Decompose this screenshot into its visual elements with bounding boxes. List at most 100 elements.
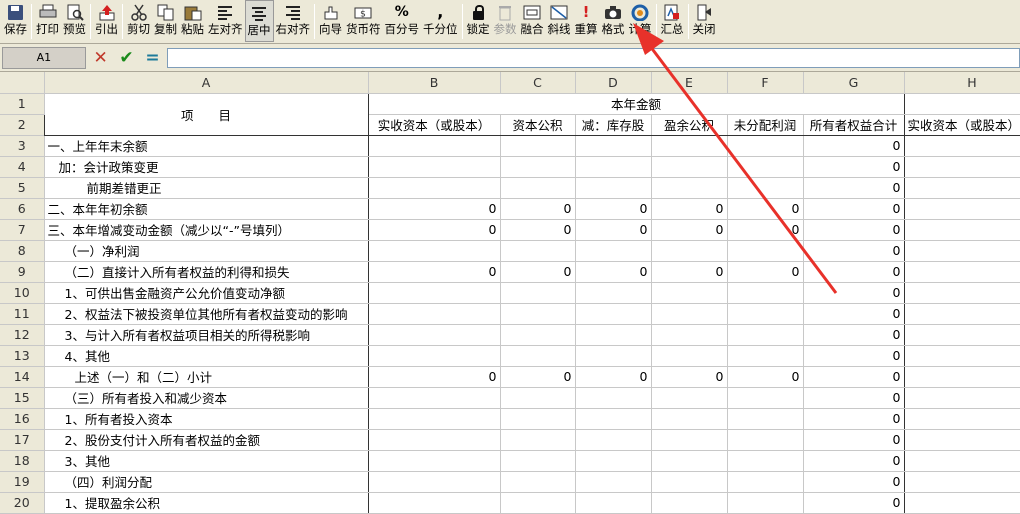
- value-cell[interactable]: [368, 471, 501, 493]
- value-cell[interactable]: [500, 492, 576, 514]
- value-cell[interactable]: [651, 471, 728, 493]
- item-cell[interactable]: 一、上年年末余额: [43, 135, 369, 157]
- value-cell[interactable]: [651, 240, 728, 262]
- value-cell[interactable]: [904, 261, 1020, 283]
- value-cell[interactable]: [500, 324, 576, 346]
- value-cell[interactable]: [368, 282, 501, 304]
- value-cell[interactable]: [575, 492, 652, 514]
- subcolumn-header[interactable]: 未分配利润: [727, 113, 804, 136]
- align-center-button[interactable]: 居中: [244, 0, 274, 42]
- value-cell[interactable]: [727, 177, 804, 199]
- value-cell[interactable]: 0: [575, 219, 652, 241]
- row-header[interactable]: 7: [0, 219, 45, 241]
- value-cell[interactable]: [651, 429, 728, 451]
- paste-button[interactable]: 粘贴: [179, 0, 206, 42]
- value-cell[interactable]: 0: [727, 219, 804, 241]
- close-button[interactable]: 关闭: [691, 0, 718, 42]
- value-cell[interactable]: [575, 156, 652, 178]
- value-cell[interactable]: 0: [803, 429, 905, 451]
- value-cell[interactable]: [500, 450, 576, 472]
- cancel-edit-button[interactable]: ✕: [90, 47, 112, 69]
- value-cell[interactable]: [727, 408, 804, 430]
- row-header[interactable]: 20: [0, 492, 45, 514]
- value-cell[interactable]: [575, 450, 652, 472]
- value-cell[interactable]: 0: [803, 198, 905, 220]
- item-cell[interactable]: （一）净利润: [43, 240, 369, 262]
- value-cell[interactable]: 0: [651, 261, 728, 283]
- value-cell[interactable]: [904, 282, 1020, 304]
- value-cell[interactable]: [500, 282, 576, 304]
- value-cell[interactable]: [500, 303, 576, 325]
- subcolumn-header[interactable]: 减：库存股: [575, 113, 652, 136]
- value-cell[interactable]: 0: [803, 135, 905, 157]
- row-header[interactable]: 17: [0, 429, 45, 451]
- value-cell[interactable]: [368, 450, 501, 472]
- format-button[interactable]: 格式: [600, 0, 627, 42]
- item-cell[interactable]: 三、本年增减变动金额（减少以“-”号填列）: [43, 219, 369, 241]
- value-cell[interactable]: [727, 324, 804, 346]
- value-cell[interactable]: [500, 156, 576, 178]
- value-cell[interactable]: 0: [368, 219, 501, 241]
- column-header[interactable]: A: [44, 72, 369, 94]
- spreadsheet-grid[interactable]: A B C D E F G H 1 项 目 本年金额 2 实收资本（或股本） 资…: [0, 72, 1020, 514]
- item-cell[interactable]: 3、其他: [43, 450, 369, 472]
- value-cell[interactable]: [575, 303, 652, 325]
- value-cell[interactable]: [575, 345, 652, 367]
- value-cell[interactable]: [904, 492, 1020, 514]
- row-header[interactable]: 4: [0, 156, 45, 178]
- column-header[interactable]: H: [904, 72, 1020, 94]
- value-cell[interactable]: 0: [803, 345, 905, 367]
- value-cell[interactable]: 0: [803, 366, 905, 388]
- value-cell[interactable]: 0: [803, 240, 905, 262]
- subcolumn-header[interactable]: 实收资本（或股本）: [368, 113, 501, 136]
- diagonal-button[interactable]: 斜线: [546, 0, 573, 42]
- summary-button[interactable]: 汇总: [659, 0, 686, 42]
- value-cell[interactable]: 0: [500, 366, 576, 388]
- value-cell[interactable]: [651, 303, 728, 325]
- value-cell[interactable]: [500, 135, 576, 157]
- column-header[interactable]: G: [803, 72, 905, 94]
- value-cell[interactable]: [651, 282, 728, 304]
- value-cell[interactable]: [727, 240, 804, 262]
- row-header[interactable]: 5: [0, 177, 45, 199]
- column-header[interactable]: C: [500, 72, 576, 94]
- value-cell[interactable]: [904, 471, 1020, 493]
- item-cell[interactable]: 3、与计入所有者权益项目相关的所得税影响: [43, 324, 369, 346]
- item-cell[interactable]: （四）利润分配: [43, 471, 369, 493]
- value-cell[interactable]: [651, 324, 728, 346]
- value-cell[interactable]: [651, 450, 728, 472]
- value-cell[interactable]: [904, 303, 1020, 325]
- value-cell[interactable]: [651, 408, 728, 430]
- value-cell[interactable]: [575, 240, 652, 262]
- value-cell[interactable]: [651, 345, 728, 367]
- value-cell[interactable]: [500, 345, 576, 367]
- column-header[interactable]: E: [651, 72, 728, 94]
- print-button[interactable]: 打印: [34, 0, 61, 42]
- value-cell[interactable]: [904, 198, 1020, 220]
- align-left-button[interactable]: 左对齐: [206, 0, 245, 42]
- value-cell[interactable]: [368, 177, 501, 199]
- value-cell[interactable]: [368, 135, 501, 157]
- column-header[interactable]: F: [727, 72, 804, 94]
- value-cell[interactable]: [651, 387, 728, 409]
- value-cell[interactable]: [904, 177, 1020, 199]
- currency-button[interactable]: $ 货币符: [344, 0, 383, 42]
- value-cell[interactable]: 0: [575, 366, 652, 388]
- item-cell[interactable]: 1、可供出售金融资产公允价值变动净额: [43, 282, 369, 304]
- value-cell[interactable]: 0: [803, 219, 905, 241]
- value-cell[interactable]: [727, 387, 804, 409]
- copy-button[interactable]: 复制: [152, 0, 179, 42]
- value-cell[interactable]: 0: [727, 198, 804, 220]
- value-cell[interactable]: [727, 429, 804, 451]
- cell[interactable]: [904, 92, 1020, 115]
- value-cell[interactable]: 0: [575, 198, 652, 220]
- value-cell[interactable]: 0: [651, 219, 728, 241]
- value-cell[interactable]: [575, 177, 652, 199]
- value-cell[interactable]: [727, 135, 804, 157]
- value-cell[interactable]: 0: [803, 471, 905, 493]
- value-cell[interactable]: 0: [368, 366, 501, 388]
- row-header[interactable]: 18: [0, 450, 45, 472]
- value-cell[interactable]: [904, 219, 1020, 241]
- value-cell[interactable]: 0: [803, 450, 905, 472]
- value-cell[interactable]: [904, 135, 1020, 157]
